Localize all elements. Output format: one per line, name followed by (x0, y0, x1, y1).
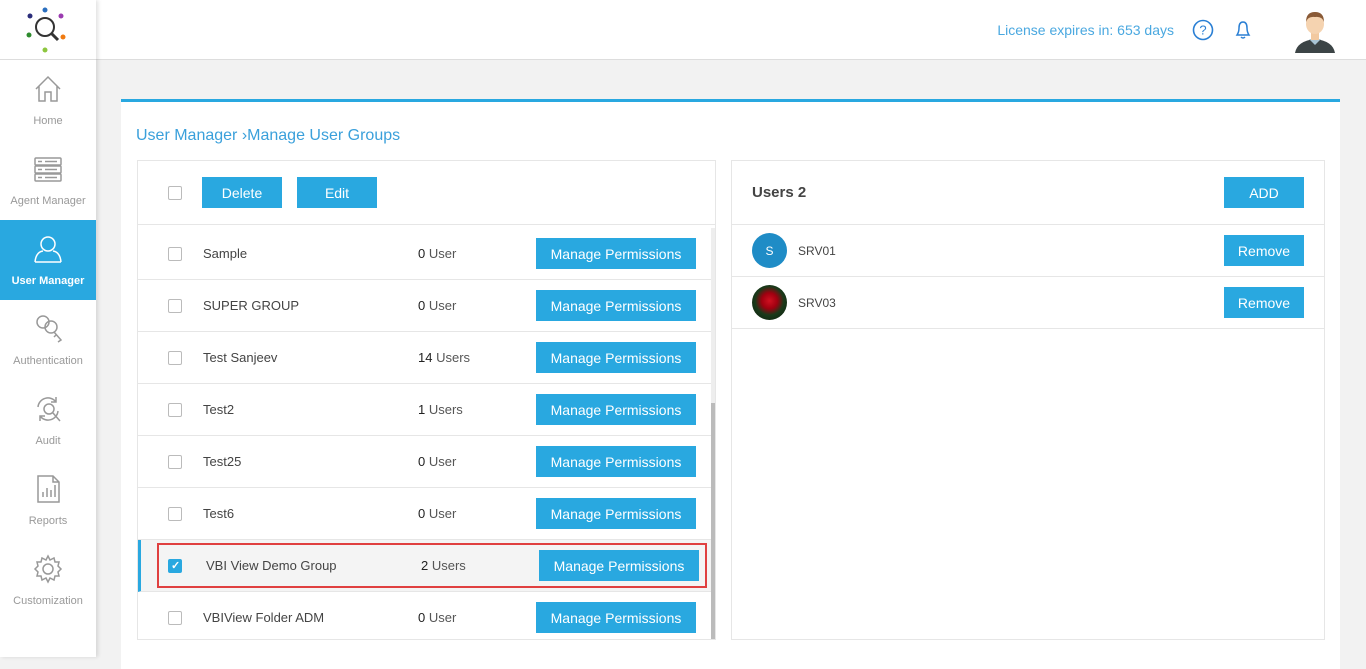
group-row[interactable]: VBIView Folder ADM 0 User Manage Permiss… (138, 592, 715, 639)
group-row[interactable]: Sample 0 User Manage Permissions (138, 228, 715, 280)
user-name: SRV03 (798, 295, 836, 310)
user-row: S SRV01 Remove (732, 225, 1324, 277)
user-count: 0 User (418, 298, 457, 313)
sidebar-item-label: User Manager (11, 275, 85, 287)
group-name: Sample (203, 246, 248, 261)
sidebar-item-authentication[interactable]: Authentication (0, 300, 96, 380)
manage-permissions-button[interactable]: Manage Permissions (536, 238, 696, 269)
scrollbar-thumb[interactable] (711, 403, 715, 639)
keys-icon (36, 315, 63, 343)
user-row: SRV03 Remove (732, 277, 1324, 329)
add-user-button[interactable]: ADD (1224, 177, 1304, 208)
row-checkbox[interactable] (168, 350, 182, 365)
group-name: VBIView Folder ADM (203, 610, 325, 625)
group-name: SUPER GROUP (203, 298, 300, 313)
remove-user-button[interactable]: Remove (1224, 235, 1304, 266)
groups-toolbar: Delete Edit (138, 161, 715, 225)
audit-icon (37, 397, 61, 422)
manage-permissions-button[interactable]: Manage Permissions (536, 290, 696, 321)
group-name: Test Sanjeev (203, 350, 278, 365)
users-title: Users 2 (752, 184, 807, 201)
manage-permissions-button[interactable]: Manage Permissions (536, 394, 696, 425)
sidebar-item-label: Authentication (13, 355, 83, 367)
sidebar-item-customization[interactable]: Customization (0, 540, 96, 620)
svg-text:?: ? (1199, 22, 1206, 37)
manage-permissions-button[interactable]: Manage Permissions (536, 498, 696, 529)
manage-permissions-button[interactable]: Manage Permissions (536, 342, 696, 373)
group-row[interactable]: Test25 0 User Manage Permissions (138, 436, 715, 488)
group-row[interactable]: SUPER GROUP 0 User Manage Permissions (138, 280, 715, 332)
user-count: 0 User (418, 506, 457, 521)
gear-icon (33, 554, 63, 584)
content-card: User Manager ›Manage User Groups Delete … (121, 99, 1340, 669)
users-list: S SRV01 Remove SRV03 Remove (732, 225, 1324, 329)
sidebar-item-reports[interactable]: Reports (0, 460, 96, 540)
users-panel: Users 2 ADD S SRV01 Remove SRV03 Remove (731, 160, 1325, 640)
group-name: Test25 (203, 454, 242, 469)
group-name: Test2 (203, 402, 235, 417)
breadcrumb-user-manager[interactable]: User Manager (136, 127, 237, 144)
groups-panel: Delete Edit Sample 0 User Manage Permiss… (137, 160, 716, 640)
top-header: License expires in: 653 days ? (96, 0, 1366, 60)
row-checkbox[interactable] (168, 298, 182, 313)
group-name: Test6 (203, 506, 235, 521)
user-count: 14 Users (418, 350, 471, 365)
user-avatar[interactable] (1292, 7, 1338, 53)
manage-permissions-button[interactable]: Manage Permissions (539, 550, 699, 581)
sidebar-item-label: Audit (35, 435, 61, 447)
row-checkbox[interactable] (168, 454, 182, 469)
group-row[interactable]: VBI View Demo Group 2 Users Manage Permi… (138, 540, 715, 592)
user-count: 0 User (418, 454, 457, 469)
manage-permissions-button[interactable]: Manage Permissions (536, 602, 696, 633)
sidebar-item-agent-manager[interactable]: Agent Manager (0, 140, 96, 220)
sidebar-item-audit[interactable]: Audit (0, 380, 96, 460)
delete-button[interactable]: Delete (202, 177, 282, 208)
server-icon (34, 157, 62, 182)
row-checkbox[interactable] (168, 610, 182, 625)
scrollbar[interactable] (711, 228, 715, 639)
group-row[interactable]: Test2 1 Users Manage Permissions (138, 384, 715, 436)
sidebar-item-label: Customization (13, 595, 83, 607)
user-avatar: S (752, 233, 787, 268)
help-icon[interactable]: ? (1192, 19, 1214, 41)
breadcrumb: User Manager ›Manage User Groups (136, 127, 400, 145)
row-checkbox[interactable] (168, 402, 182, 417)
group-row[interactable]: Test6 0 User Manage Permissions (138, 488, 715, 540)
sidebar: Home Agent Manager User Manager Authenticat… (0, 0, 96, 657)
sidebar-item-home[interactable]: Home (0, 60, 96, 140)
manage-permissions-button[interactable]: Manage Permissions (536, 446, 696, 477)
row-checkbox[interactable] (168, 246, 182, 261)
logo-icon (26, 7, 66, 52)
sidebar-item-label: Home (33, 115, 63, 127)
row-checkbox[interactable] (168, 558, 182, 573)
breadcrumb-current: Manage User Groups (247, 127, 401, 144)
row-checkbox[interactable] (168, 506, 182, 521)
group-row[interactable]: Test Sanjeev 14 Users Manage Permissions (138, 332, 715, 384)
report-icon (37, 475, 60, 503)
user-count: 1 Users (418, 402, 463, 417)
sidebar-item-user-manager[interactable]: User Manager (0, 220, 96, 300)
home-icon (35, 75, 61, 102)
sidebar-item-label: Agent Manager (10, 195, 86, 207)
edit-button[interactable]: Edit (297, 177, 377, 208)
bell-icon[interactable] (1232, 19, 1254, 41)
user-count: 0 User (418, 610, 457, 625)
user-count: 0 User (418, 246, 457, 261)
license-status: License expires in: 653 days (997, 21, 1174, 38)
user-icon (34, 236, 62, 263)
groups-list: Sample 0 User Manage Permissions SUPER G… (138, 228, 715, 639)
users-header: Users 2 ADD (732, 161, 1324, 225)
user-name: SRV01 (798, 243, 836, 258)
app-logo[interactable] (0, 0, 96, 60)
user-avatar (752, 285, 787, 320)
user-count: 2 Users (421, 558, 466, 573)
select-all-checkbox[interactable] (168, 185, 182, 200)
sidebar-item-label: Reports (28, 515, 68, 527)
remove-user-button[interactable]: Remove (1224, 287, 1304, 318)
group-name: VBI View Demo Group (206, 558, 337, 573)
